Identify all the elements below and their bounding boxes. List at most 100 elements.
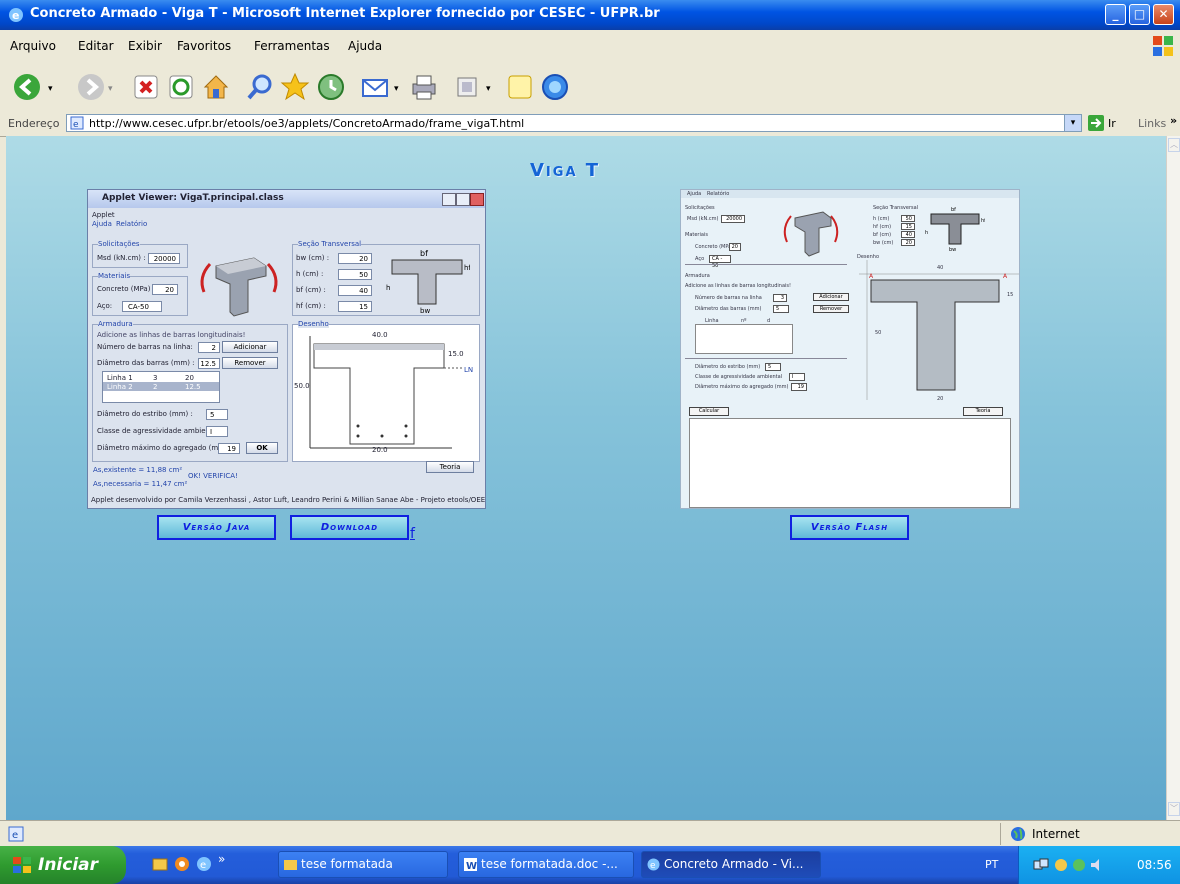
flash-diam-barras-label: Diâmetro das barras (mm) bbox=[695, 306, 762, 312]
search-icon[interactable] bbox=[245, 72, 275, 102]
address-dropdown-icon[interactable]: ▾ bbox=[1064, 115, 1081, 131]
svg-text:h: h bbox=[925, 230, 928, 236]
minimize-button[interactable]: _ bbox=[1105, 4, 1126, 25]
messenger-tray-icon[interactable] bbox=[1071, 857, 1087, 873]
address-input[interactable]: e http://www.cesec.ufpr.br/etools/oe3/ap… bbox=[66, 114, 1082, 132]
flash-bf-field: 40 bbox=[901, 231, 915, 238]
language-indicator[interactable]: PT bbox=[985, 858, 998, 871]
applet-agressividade-select: I bbox=[206, 426, 228, 437]
system-tray: 08:56 bbox=[1018, 846, 1180, 884]
flash-dim-h: 50 bbox=[875, 330, 882, 336]
scroll-up-icon[interactable]: ︿ bbox=[1168, 138, 1180, 152]
quicklaunch-chevron-icon[interactable]: » bbox=[218, 852, 225, 866]
go-arrow-icon[interactable] bbox=[1088, 115, 1104, 131]
svg-text:bw: bw bbox=[949, 247, 956, 252]
applet-num-barras-label: Número de barras na linha: bbox=[97, 343, 193, 351]
windows-flag-icon bbox=[13, 857, 31, 873]
flash-agregado-field: 19 bbox=[791, 383, 807, 391]
flash-beam-3d-icon bbox=[783, 211, 839, 257]
menu-editar[interactable]: Editar bbox=[78, 39, 114, 53]
status-zone: Internet bbox=[1032, 827, 1080, 841]
forward-dropdown-icon[interactable]: ▾ bbox=[108, 84, 113, 94]
menu-arquivo[interactable]: Arquivo bbox=[10, 39, 56, 53]
back-icon[interactable] bbox=[12, 72, 42, 102]
svg-text:e: e bbox=[12, 830, 18, 841]
tray-app-icon[interactable] bbox=[1053, 857, 1069, 873]
mail-icon[interactable] bbox=[360, 72, 390, 102]
scroll-down-icon[interactable]: ﹀ bbox=[1168, 802, 1180, 816]
applet-diam-barras-label: Diâmetro das barras (mm) : bbox=[97, 359, 195, 367]
task-tese-doc[interactable]: W tese formatada.doc -... bbox=[458, 851, 634, 878]
folder-icon bbox=[284, 860, 297, 870]
ie-status-icon: e bbox=[8, 826, 24, 842]
clock: 08:56 bbox=[1137, 858, 1172, 872]
applet-dim-ln: LN bbox=[464, 366, 474, 374]
applet-teoria-button: Teoria bbox=[426, 461, 474, 473]
menu-ferramentas[interactable]: Ferramentas bbox=[254, 39, 330, 53]
flash-msd-label: Msd (kN.cm) bbox=[687, 216, 719, 222]
print-icon[interactable] bbox=[409, 72, 439, 102]
applet-dim-hf: 15.0 bbox=[448, 350, 464, 358]
network-icon[interactable] bbox=[1033, 857, 1049, 873]
flash-dim-bw: 20 bbox=[937, 396, 944, 402]
maximize-button[interactable]: □ bbox=[1129, 4, 1150, 25]
applet-msd-field: 20000 bbox=[148, 253, 180, 264]
back-dropdown-icon[interactable]: ▾ bbox=[48, 84, 53, 94]
window-title-bar[interactable]: e Concreto Armado - Viga T - Microsoft I… bbox=[0, 0, 1180, 30]
edit-page-icon[interactable] bbox=[452, 72, 482, 102]
svg-text:bf: bf bbox=[420, 249, 428, 258]
home-icon[interactable] bbox=[201, 72, 231, 102]
task-label-2: Concreto Armado - Vi... bbox=[664, 857, 804, 871]
applet-remover-button: Remover bbox=[222, 357, 278, 369]
download-button[interactable]: Download bbox=[290, 515, 409, 540]
versao-java-button[interactable]: Versão Java bbox=[157, 515, 276, 540]
flash-hf-field: 15 bbox=[901, 223, 915, 230]
close-button[interactable]: ✕ bbox=[1153, 4, 1174, 25]
menu-ajuda[interactable]: Ajuda bbox=[348, 39, 382, 53]
go-button[interactable]: Ir bbox=[1108, 117, 1116, 130]
ie-quicklaunch-icon[interactable]: e bbox=[196, 856, 212, 872]
flash-h-label: h (cm) bbox=[873, 216, 890, 222]
menu-favoritos[interactable]: Favoritos bbox=[177, 39, 231, 53]
history-icon[interactable] bbox=[316, 72, 346, 102]
forward-icon[interactable] bbox=[76, 72, 106, 102]
applet-footer: Applet desenvolvido por Camila Verzenhas… bbox=[91, 496, 486, 504]
flash-materiais: Materiais bbox=[685, 232, 708, 238]
versao-flash-button[interactable]: Versão Flash bbox=[790, 515, 909, 540]
flash-applet-preview[interactable]: Ajuda Relatório Solicitações Msd (kN.cm)… bbox=[680, 189, 1020, 509]
flash-adicionar-button: Adicionar bbox=[813, 293, 849, 301]
messenger-icon[interactable] bbox=[540, 72, 570, 102]
notes-icon[interactable] bbox=[505, 72, 535, 102]
task-tese-formatada[interactable]: tese formatada bbox=[278, 851, 448, 878]
applet-armadura-hint: Adicione as linhas de barras longitudina… bbox=[97, 331, 246, 339]
applet-estribo-select: 5 bbox=[206, 409, 228, 420]
svg-text:h: h bbox=[386, 284, 390, 292]
applet-msd-label: Msd (kN.cm) : bbox=[97, 254, 146, 262]
media-player-icon[interactable] bbox=[174, 856, 190, 872]
trailing-link[interactable]: f bbox=[410, 526, 415, 542]
start-button[interactable]: Iniciar bbox=[0, 846, 126, 884]
applet-title-bar: Applet Viewer: VigaT.principal.class bbox=[88, 190, 485, 208]
stop-icon[interactable] bbox=[131, 72, 161, 102]
applet-dim-h: 50.0 bbox=[294, 382, 310, 390]
applet-minimize-icon bbox=[442, 193, 456, 206]
applet-dim-bf: 40.0 bbox=[372, 331, 388, 339]
favorites-star-icon[interactable] bbox=[280, 72, 310, 102]
flash-solicitacoes: Solicitações bbox=[685, 205, 715, 211]
edit-dropdown-icon[interactable]: ▾ bbox=[486, 84, 491, 94]
flash-menu-bar bbox=[681, 190, 1019, 198]
refresh-icon[interactable] bbox=[166, 72, 196, 102]
mail-dropdown-icon[interactable]: ▾ bbox=[394, 84, 399, 94]
links-button[interactable]: Links bbox=[1138, 117, 1166, 130]
ie-icon: e bbox=[9, 8, 23, 22]
show-desktop-icon[interactable] bbox=[152, 856, 168, 872]
vertical-scrollbar[interactable]: ︿ ﹀ bbox=[1166, 136, 1180, 820]
links-chevron-icon[interactable]: » bbox=[1170, 114, 1177, 127]
menu-exibir[interactable]: Exibir bbox=[128, 39, 162, 53]
applet-ok-button: OK bbox=[246, 442, 278, 454]
flash-calcular-button: Calcular bbox=[689, 407, 729, 416]
task-concreto-armado[interactable]: e Concreto Armado - Vi... bbox=[641, 851, 821, 878]
applet-bw-field: 20 bbox=[338, 253, 372, 264]
java-applet-preview[interactable]: Applet Viewer: VigaT.principal.class App… bbox=[87, 189, 486, 509]
speaker-icon[interactable] bbox=[1089, 857, 1105, 873]
